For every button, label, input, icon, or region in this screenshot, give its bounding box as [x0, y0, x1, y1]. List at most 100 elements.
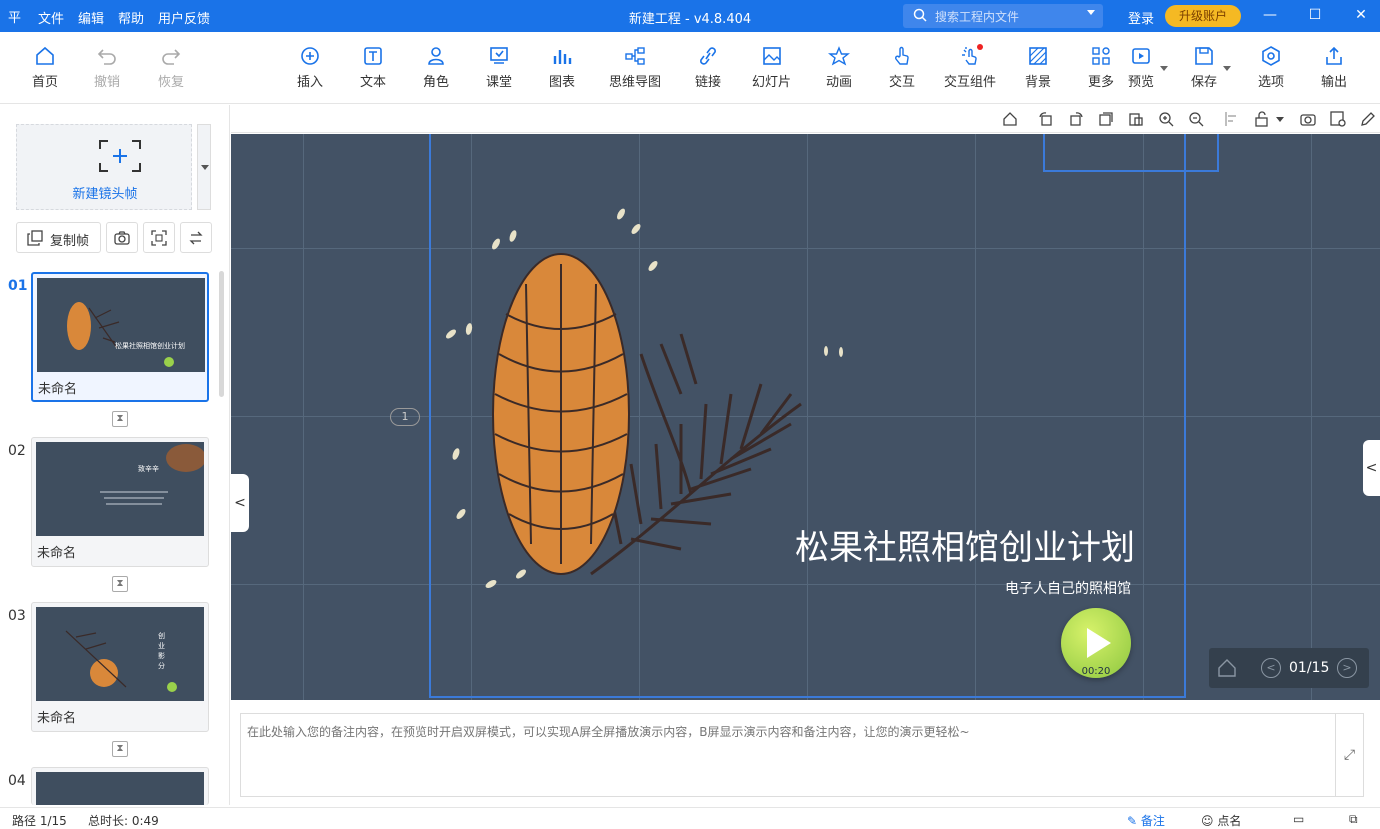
- lock-icon[interactable]: [1254, 111, 1270, 127]
- menu-feedback[interactable]: 用户反馈: [158, 8, 210, 27]
- canvas-stage[interactable]: 1 松果社照相馆创业计划 电子人自己的照相馆 00:20 < 01/15 >: [231, 134, 1380, 700]
- frame-card-03[interactable]: 创业影分 未命名: [31, 602, 209, 732]
- home-icon[interactable]: [1002, 111, 1018, 127]
- edit-icon[interactable]: [1360, 111, 1376, 127]
- expand-icon[interactable]: ⤢: [1335, 714, 1363, 796]
- zoom-in-icon[interactable]: [1158, 111, 1174, 127]
- interact-button[interactable]: 交互: [889, 46, 915, 90]
- frame-card-01[interactable]: 松果社照相馆创业计划 未命名: [31, 272, 209, 402]
- chevron-down-icon[interactable]: [1276, 117, 1284, 122]
- frame-thumbnail: [36, 772, 204, 805]
- zoom-out-icon[interactable]: [1188, 111, 1204, 127]
- camera-icon[interactable]: [1300, 111, 1316, 127]
- rotate-right-icon[interactable]: [1068, 111, 1084, 127]
- preview-button[interactable]: 预览: [1128, 46, 1169, 90]
- swap-frame-button[interactable]: [180, 222, 212, 253]
- text-icon: [364, 47, 382, 65]
- text-button[interactable]: 文本: [360, 46, 386, 90]
- grid-icon: [1092, 47, 1110, 65]
- export-button[interactable]: 输出: [1321, 46, 1347, 90]
- add-frame-icon: [99, 140, 141, 172]
- minimize-icon[interactable]: —: [1258, 4, 1282, 26]
- play-button[interactable]: 00:20: [1061, 608, 1131, 678]
- transition-icon[interactable]: ⧗: [112, 576, 128, 592]
- home-button[interactable]: 首页: [32, 46, 58, 90]
- save-button[interactable]: 保存: [1191, 46, 1232, 90]
- home-label: 首页: [32, 75, 59, 90]
- slide-subtitle[interactable]: 电子人自己的照相馆: [883, 578, 1131, 598]
- grid-line: [1311, 134, 1312, 700]
- previous-frame-icon[interactable]: <: [1261, 658, 1281, 678]
- frame-card-04[interactable]: [31, 767, 209, 805]
- paste-icon[interactable]: [1128, 111, 1144, 127]
- screen-icon[interactable]: ▭: [1293, 812, 1304, 826]
- undo-button[interactable]: 撤销: [94, 46, 120, 90]
- role-button[interactable]: 角色: [423, 46, 449, 90]
- frame-select-button[interactable]: [143, 222, 175, 253]
- undo-icon: [97, 49, 116, 65]
- fullscreen-icon[interactable]: ⧉: [1349, 812, 1358, 827]
- frame-navigator: < 01/15 >: [1209, 648, 1369, 688]
- grid-line: [303, 134, 304, 700]
- status-bar: 路径 1/15 总时长: 0:49 ✎ 备注 ☺ 点名 ▭ ⧉: [0, 807, 1380, 829]
- chevron-down-icon[interactable]: [1087, 10, 1095, 15]
- menu-edit[interactable]: 编辑: [78, 8, 104, 27]
- frame-thumbnail: 创业影分: [36, 607, 204, 701]
- upgrade-button[interactable]: 升级账户: [1165, 5, 1241, 27]
- menu-help[interactable]: 帮助: [118, 8, 144, 27]
- frame-index-badge[interactable]: 1: [390, 408, 420, 426]
- next-frame-icon[interactable]: >: [1337, 658, 1357, 678]
- frame-card-02[interactable]: 致辛辛 未命名: [31, 437, 209, 567]
- more-button[interactable]: 更多: [1088, 46, 1114, 90]
- title-bar: 平 文件 编辑 帮助 用户反馈 新建工程 - v4.8.404 搜索工程内文件 …: [0, 0, 1380, 32]
- camera-frame-border[interactable]: [429, 134, 1186, 698]
- transition-icon[interactable]: ⧗: [112, 741, 128, 757]
- new-frame-dropdown[interactable]: [197, 124, 211, 210]
- copy-icon: [27, 230, 43, 246]
- mindmap-button[interactable]: 思维导图: [609, 46, 661, 90]
- frame-number: 01: [8, 278, 28, 294]
- search-input[interactable]: 搜索工程内文件: [903, 4, 1103, 28]
- close-icon[interactable]: ✕: [1349, 4, 1373, 26]
- slideshow-label: 幻灯片: [752, 75, 792, 90]
- home-icon[interactable]: [1217, 658, 1237, 678]
- copy-frame-button[interactable]: 复制帧: [16, 222, 101, 253]
- duplicate-icon[interactable]: [1098, 111, 1114, 127]
- interact-component-button[interactable]: 交互组件: [944, 44, 996, 90]
- frames-scrollbar[interactable]: [219, 271, 224, 397]
- slideshow-button[interactable]: 幻灯片: [752, 46, 791, 90]
- transition-icon[interactable]: ⧗: [112, 411, 128, 427]
- play-duration: 00:20: [1081, 666, 1111, 677]
- chevron-down-icon[interactable]: [1223, 66, 1232, 71]
- align-icon[interactable]: [1224, 111, 1240, 127]
- login-link[interactable]: 登录: [1128, 8, 1154, 27]
- camera-frame-border[interactable]: [1043, 134, 1219, 172]
- notes-icon: ✎: [1127, 814, 1138, 828]
- background-button[interactable]: 背景: [1025, 46, 1051, 90]
- notes-input[interactable]: [241, 714, 1335, 794]
- save-icon: [1195, 47, 1213, 65]
- link-button[interactable]: 链接: [695, 46, 721, 90]
- chevron-down-icon[interactable]: [1160, 66, 1169, 71]
- new-frame-button[interactable]: 新建镜头帧: [16, 124, 192, 210]
- user-icon: ☺: [1201, 814, 1214, 828]
- insert-button[interactable]: 插入: [297, 46, 323, 90]
- chart-icon: [553, 50, 572, 64]
- chart-button[interactable]: 图表: [549, 46, 575, 90]
- classroom-button[interactable]: 课堂: [486, 46, 512, 90]
- options-button[interactable]: 选项: [1258, 46, 1284, 90]
- rotate-left-icon[interactable]: [1038, 111, 1054, 127]
- notes-toggle-button[interactable]: ✎ 备注: [1127, 812, 1165, 829]
- slide-title[interactable]: 松果社照相馆创业计划: [783, 520, 1135, 569]
- maximize-icon[interactable]: ☐: [1303, 4, 1327, 26]
- frame-name: 未命名: [38, 382, 78, 397]
- collapse-panel-icon[interactable]: <: [231, 474, 249, 532]
- image-settings-icon[interactable]: [1330, 111, 1346, 127]
- animation-button[interactable]: 动画: [826, 46, 852, 90]
- roll-call-button[interactable]: ☺ 点名: [1201, 812, 1241, 829]
- expand-panel-icon[interactable]: <: [1363, 440, 1380, 496]
- redo-button[interactable]: 恢复: [158, 46, 184, 90]
- menu-file[interactable]: 文件: [38, 8, 64, 27]
- total-duration: 总时长: 0:49: [88, 814, 159, 828]
- screenshot-button[interactable]: [106, 222, 138, 253]
